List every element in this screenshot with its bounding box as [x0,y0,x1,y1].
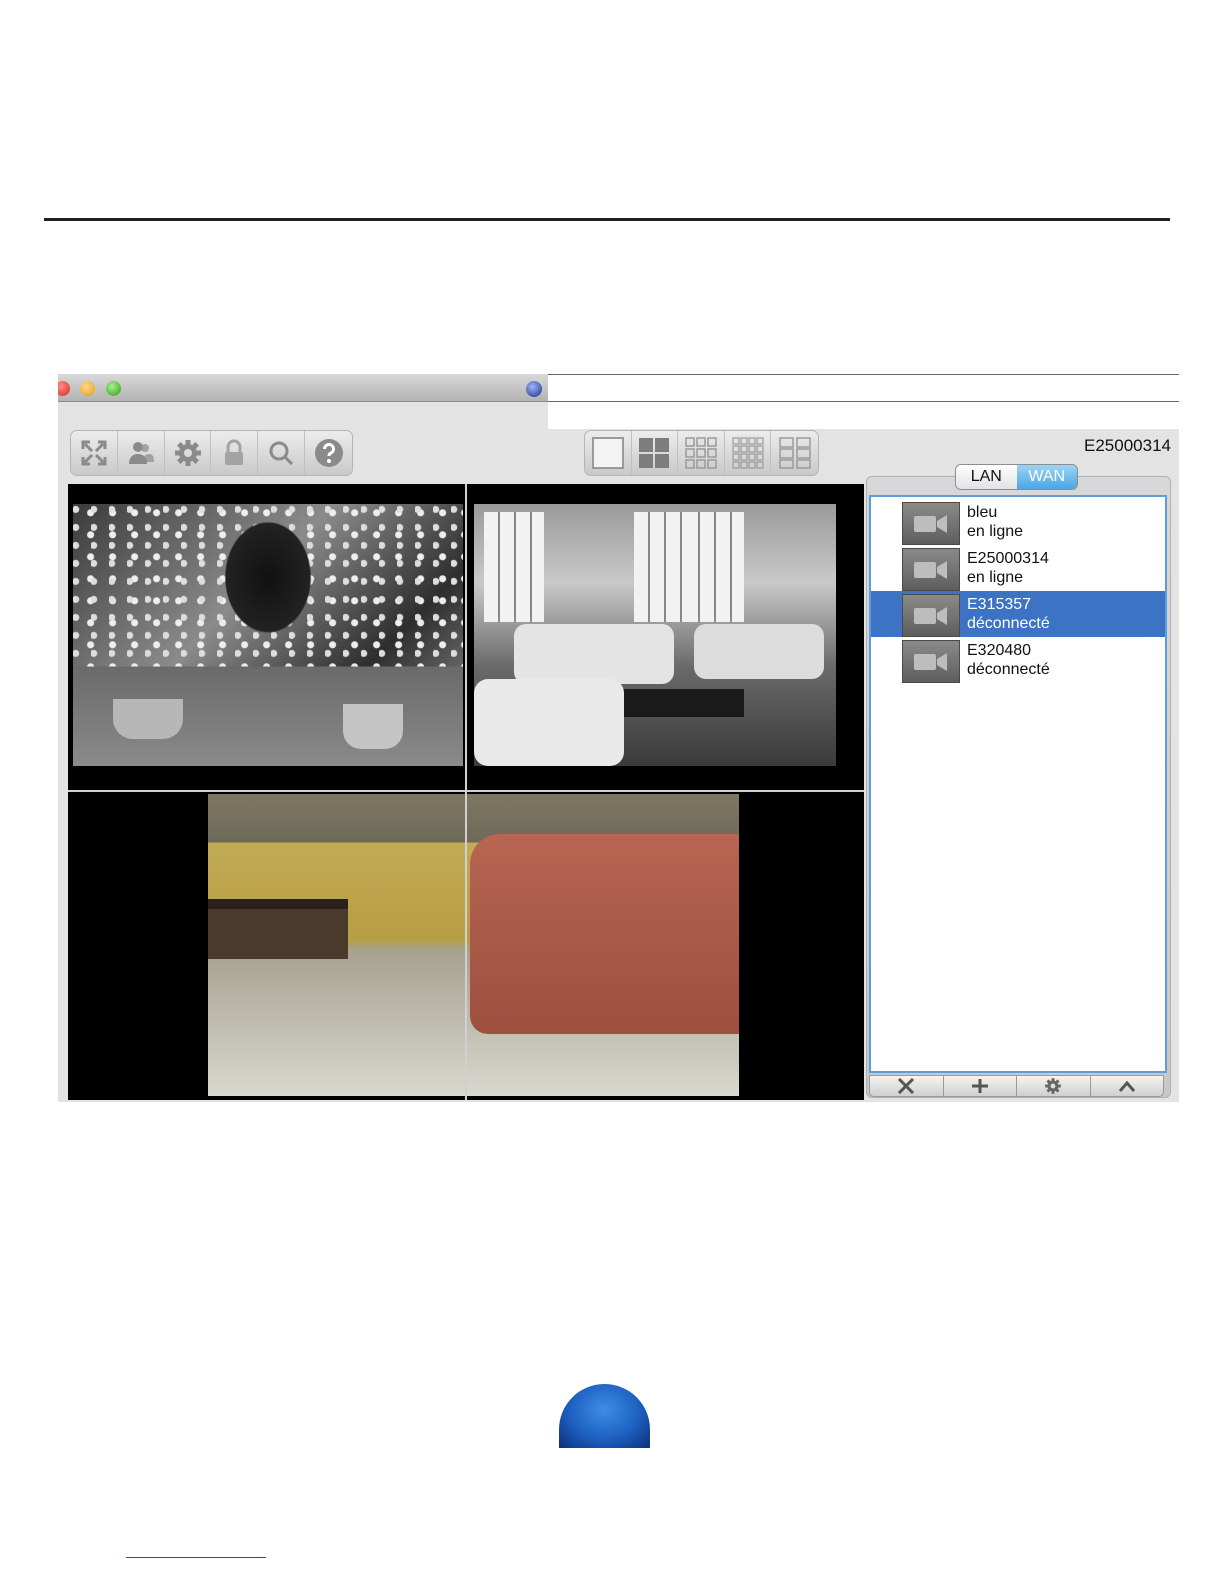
collapse-button[interactable] [1091,1076,1164,1096]
device-name: E320480 [967,642,1032,659]
footer-link-underline[interactable] [126,1557,266,1558]
feed-detail [684,512,744,622]
search-button[interactable] [258,431,306,475]
video-grid [68,484,864,1100]
titlebar-extension [548,374,1179,402]
feed-detail [474,679,624,766]
layout-toolbar [584,430,819,476]
layout-6-icon [778,437,811,469]
lock-icon [225,439,244,465]
layout-16-icon [732,437,764,469]
camera-app-window: E25000314 LAN WAN bleu en ligne E2500031… [58,374,1179,1102]
settings-button[interactable] [165,431,212,475]
layout-6-button[interactable] [771,431,818,475]
collapse-icon [1118,1080,1135,1092]
camera-icon [902,640,960,683]
app-logo-icon [526,381,542,397]
fullscreen-icon [81,440,107,466]
lock-button[interactable] [211,431,259,475]
device-status: déconnecté [967,661,1050,678]
delete-device-button[interactable] [870,1076,944,1096]
help-button[interactable] [305,431,352,475]
camera-feed-living-room-bw[interactable] [474,504,836,766]
layout-4-button[interactable] [632,431,679,475]
settings-gear-icon [1045,1078,1062,1094]
device-name: bleu [967,504,998,521]
device-list: bleu en ligne E25000314 en ligne E315357… [869,495,1167,1073]
device-status: déconnecté [967,615,1050,632]
device-status: en ligne [967,523,1024,540]
layout-9-icon [685,437,717,469]
device-row-selected[interactable]: E315357 déconnecté [871,591,1165,637]
camera-icon [902,502,960,545]
page-top-rule [44,218,1170,221]
tab-wan[interactable]: WAN [1016,465,1077,489]
add-device-button[interactable] [944,1076,1017,1096]
minimize-window-button[interactable] [80,381,95,396]
feed-detail [470,834,739,1034]
feed-detail [514,624,674,684]
fullscreen-button[interactable] [71,431,118,475]
grid-divider-vertical [465,484,467,1100]
feed-detail [208,899,348,959]
window-titlebar[interactable] [58,374,548,402]
device-row[interactable]: bleu en ligne [871,499,1165,545]
feed-detail [694,624,824,679]
tab-lan[interactable]: LAN [956,465,1017,489]
feed-detail [604,689,744,717]
device-status: en ligne [967,569,1024,586]
current-device-id: E25000314 [1084,436,1171,455]
add-icon [971,1079,988,1093]
device-list-actions [869,1075,1164,1097]
window-gap [548,402,1179,429]
layout-9-button[interactable] [678,431,725,475]
device-name: E315357 [967,596,1032,613]
help-icon [314,439,343,467]
feed-detail [343,704,403,749]
camera-feed-living-room-color[interactable] [208,794,739,1096]
camera-feed-garden[interactable] [73,504,463,766]
layout-4-icon [639,438,670,468]
camera-icon [902,548,960,591]
grid-divider-horizontal [68,790,864,792]
delete-icon [898,1078,915,1094]
search-icon [269,441,294,466]
layout-1-icon [591,437,624,469]
users-icon [128,442,154,464]
feed-detail [113,699,183,739]
camera-icon [902,594,960,637]
device-name: E25000314 [967,550,1049,567]
brand-orb-icon [559,1384,650,1448]
device-row[interactable]: E25000314 en ligne [871,545,1165,591]
settings-gear-icon [174,440,201,466]
layout-16-button[interactable] [725,431,772,475]
network-toggle: LAN WAN [955,464,1078,490]
device-settings-button[interactable] [1017,1076,1091,1096]
users-button[interactable] [118,431,165,475]
zoom-window-button[interactable] [106,381,121,396]
close-window-button[interactable] [58,381,70,396]
main-toolbar [70,430,353,476]
feed-detail [484,512,544,622]
device-row[interactable]: E320480 déconnecté [871,637,1165,683]
layout-1-button[interactable] [585,431,632,475]
